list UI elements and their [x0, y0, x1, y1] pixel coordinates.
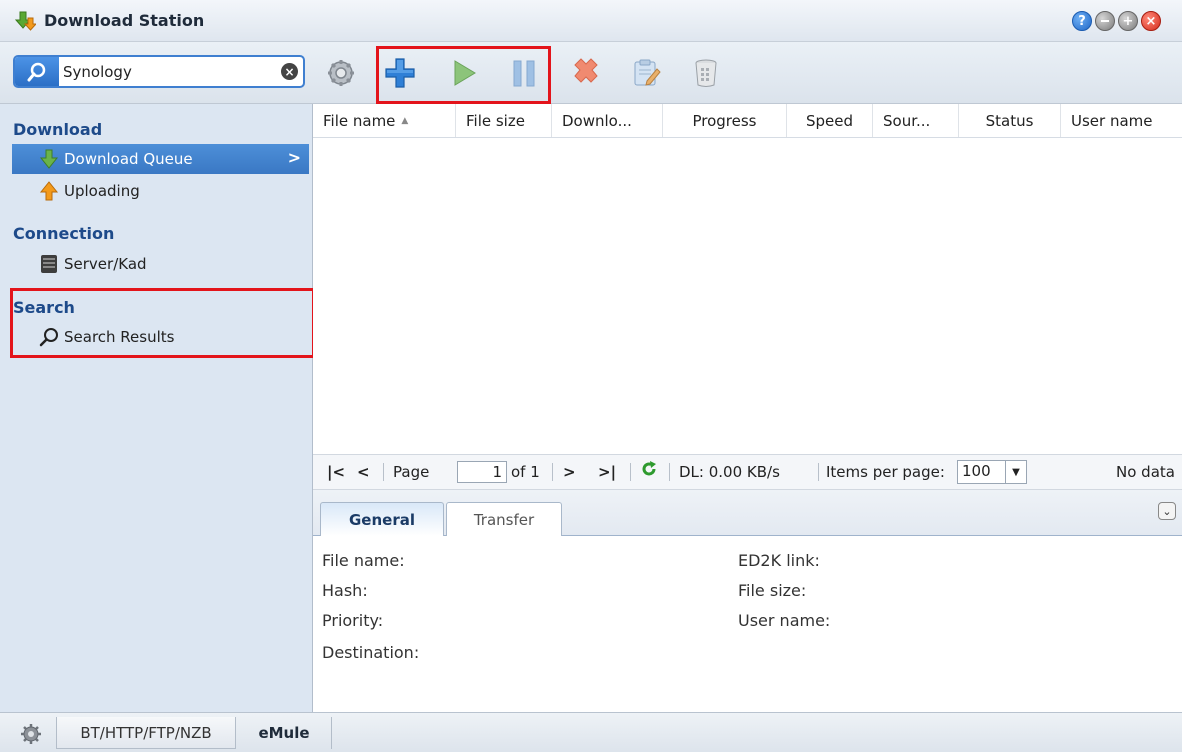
search-box: × [13, 55, 305, 88]
delete-button[interactable] [567, 54, 605, 92]
clear-search-icon[interactable]: × [281, 63, 298, 80]
section-title-connection: Connection [13, 224, 115, 243]
field-file-name-label: File name: [322, 551, 405, 570]
detail-tabs: General Transfer ⌄ [313, 490, 1182, 536]
column-file-name[interactable]: File name ▲ [313, 104, 456, 137]
chevron-right-icon: > [287, 148, 301, 167]
pager-separator [383, 463, 384, 481]
sidebar-item-uploading[interactable]: Uploading [12, 176, 309, 206]
server-icon [38, 253, 60, 275]
search-icon [27, 62, 46, 81]
column-sources[interactable]: Sour... [873, 104, 959, 137]
next-page-button[interactable]: > [563, 463, 576, 481]
status-bar: BT/HTTP/FTP/NZB eMule [0, 712, 1182, 752]
tab-transfer[interactable]: Transfer [446, 502, 562, 536]
edit-button[interactable] [627, 54, 665, 92]
sidebar-item-label: Download Queue [64, 150, 193, 168]
chevron-down-icon: ▼ [1005, 461, 1026, 483]
title-bar: Download Station ? + × [0, 0, 1182, 42]
column-user-name[interactable]: User name [1061, 104, 1182, 137]
download-arrow-icon [38, 148, 60, 170]
download-station-icon [14, 11, 36, 31]
sidebar-item-download-queue[interactable]: Download Queue > [12, 144, 309, 174]
field-ed2k-link-label: ED2K link: [738, 551, 820, 570]
column-status[interactable]: Status [959, 104, 1061, 137]
sidebar-item-server-kad[interactable]: Server/Kad [12, 249, 309, 279]
download-list[interactable] [313, 138, 1182, 454]
page-label: Page [393, 463, 430, 481]
delete-icon [574, 58, 598, 83]
column-speed[interactable]: Speed [787, 104, 873, 137]
download-speed-label: DL: 0.00 KB/s [679, 463, 780, 481]
field-hash-label: Hash: [322, 581, 368, 600]
sidebar: Download Download Queue > Uploading Conn… [0, 104, 315, 712]
minimize-icon[interactable] [1095, 11, 1115, 31]
no-data-label: No data [1116, 463, 1175, 481]
collapse-panel-icon[interactable]: ⌄ [1158, 502, 1176, 520]
settings-button[interactable] [322, 54, 360, 92]
field-priority-label: Priority: [322, 611, 384, 630]
tab-general[interactable]: General [320, 502, 444, 536]
detail-panel: File name: Hash: Priority: Destination: … [313, 536, 1182, 712]
search-section-highlight-box [10, 288, 315, 358]
trash-icon [695, 59, 717, 87]
last-page-button[interactable]: >| [598, 463, 616, 481]
field-destination-label: Destination: [322, 643, 420, 662]
pager-separator [552, 463, 553, 481]
upload-arrow-icon [38, 180, 60, 202]
section-title-download: Download [13, 120, 103, 139]
page-number-input[interactable]: 1 [457, 461, 507, 483]
field-user-name-label: User name: [738, 611, 831, 630]
gear-icon [328, 60, 354, 86]
column-progress[interactable]: Progress [663, 104, 787, 137]
column-downloaded[interactable]: Downlo... [552, 104, 663, 137]
search-input[interactable] [61, 59, 265, 85]
clear-completed-button[interactable] [687, 54, 725, 92]
search-button[interactable] [15, 57, 59, 86]
sidebar-item-label: Server/Kad [64, 255, 147, 273]
pager-separator [818, 463, 819, 481]
status-bar-divider [331, 717, 332, 749]
refresh-icon[interactable] [640, 460, 658, 482]
sidebar-item-label: Uploading [64, 182, 140, 200]
pager: |< < Page 1 of 1 > >| DL: 0.00 KB/s Item… [313, 454, 1182, 490]
window-title: Download Station [44, 11, 205, 30]
edit-icon [634, 59, 661, 86]
sort-ascending-icon: ▲ [401, 115, 409, 126]
items-per-page-label: Items per page: [826, 463, 945, 481]
page-count-label: of 1 [511, 463, 540, 481]
column-file-size[interactable]: File size [456, 104, 552, 137]
gear-icon[interactable] [20, 723, 42, 745]
tab-bt-http-ftp-nzb[interactable]: BT/HTTP/FTP/NZB [56, 717, 236, 749]
field-file-size-label: File size: [738, 581, 807, 600]
tab-emule[interactable]: eMule [240, 717, 328, 749]
toolbar-highlight-box [376, 46, 551, 104]
pager-separator [669, 463, 670, 481]
maximize-icon[interactable]: + [1118, 11, 1138, 31]
close-icon[interactable]: × [1141, 11, 1161, 31]
toolbar: × [0, 42, 1182, 104]
items-per-page-select[interactable]: 100 ▼ [957, 460, 1027, 484]
prev-page-button[interactable]: < [357, 463, 370, 481]
first-page-button[interactable]: |< [327, 463, 345, 481]
grid-header: File name ▲ File size Downlo... Progress … [313, 104, 1182, 138]
help-icon[interactable]: ? [1072, 11, 1092, 31]
pager-separator [630, 463, 631, 481]
